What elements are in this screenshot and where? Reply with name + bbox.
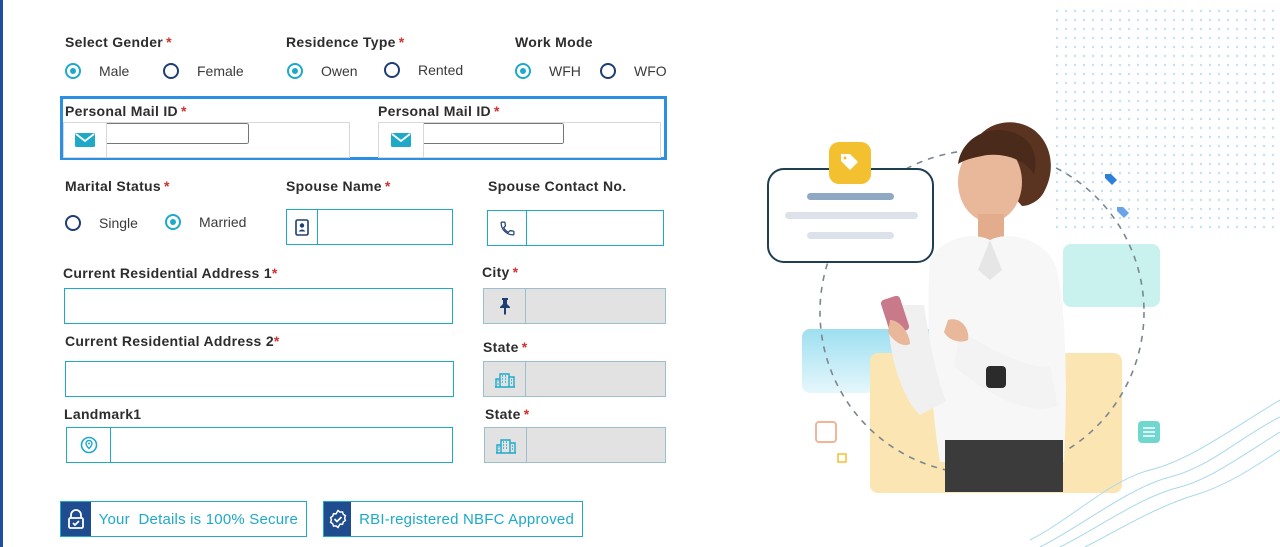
address1-label: Current Residential Address 1* [63, 265, 278, 281]
lock-check-icon [61, 502, 91, 536]
residence-owen-radio[interactable]: Owen [287, 63, 358, 79]
radio-empty-icon [384, 62, 400, 78]
state2-label: State * [485, 406, 530, 422]
building-icon [484, 362, 526, 396]
radio-empty-icon [163, 63, 179, 79]
radio-empty-icon [600, 63, 616, 79]
mail-field-2 [378, 122, 661, 158]
building-icon [485, 428, 527, 462]
address2-input[interactable] [74, 362, 447, 396]
address2-field [65, 361, 454, 397]
mail-field-1 [63, 122, 350, 158]
mail-label-2: Personal Mail ID * [378, 103, 500, 119]
radio-selected-icon [65, 63, 81, 79]
state1-label: State * [483, 339, 528, 355]
secure-badge-text: Your Details is 100% Secure [98, 510, 298, 528]
landmark-label: Landmark1 [64, 406, 142, 422]
phone-icon [488, 211, 527, 245]
spouse-name-label: Spouse Name * [286, 178, 391, 194]
radio-empty-icon [65, 215, 81, 231]
state1-field [483, 361, 666, 397]
city-input [529, 289, 659, 323]
workmode-label: Work Mode [515, 34, 593, 50]
rbi-badge-text: RBI-registered NBFC Approved [359, 510, 574, 528]
contact-book-icon [287, 210, 318, 244]
workmode-wfo-radio[interactable]: WFO [600, 63, 667, 79]
landmark-field [66, 427, 453, 463]
address2-label: Current Residential Address 2* [65, 333, 280, 349]
address1-input[interactable] [73, 289, 446, 323]
gender-female-radio[interactable]: Female [163, 63, 244, 79]
radio-selected-icon [165, 214, 181, 230]
city-field [483, 288, 666, 324]
gender-male-radio[interactable]: Male [65, 63, 129, 79]
mail-label-1: Personal Mail ID * [65, 103, 187, 119]
shield-check-icon [324, 502, 352, 536]
spouse-contact-label: Spouse Contact No. [488, 178, 627, 194]
spouse-name-field [286, 209, 453, 245]
marital-label: Marital Status * [65, 178, 170, 194]
state2-field [484, 427, 666, 463]
mail-icon [64, 123, 107, 157]
residence-rented-radio[interactable]: Rented [384, 62, 463, 78]
residence-label: Residence Type * [286, 34, 405, 50]
gender-label: Select Gender * [65, 34, 172, 50]
city-label: City * [482, 264, 519, 280]
mail-icon [379, 123, 424, 157]
marital-married-radio[interactable]: Married [165, 214, 246, 230]
location-icon [67, 428, 111, 462]
pin-icon [484, 289, 526, 323]
landmark-input[interactable] [114, 428, 446, 462]
tag-icon [829, 142, 871, 184]
rbi-badge: RBI-registered NBFC Approved [323, 501, 583, 537]
radio-selected-icon [287, 63, 303, 79]
radio-selected-icon [515, 63, 531, 79]
secure-badge: Your Details is 100% Secure [60, 501, 307, 537]
spouse-name-input[interactable] [321, 210, 446, 244]
left-edge-bar [0, 0, 3, 547]
hero-illustration [767, 5, 1280, 547]
address1-field [64, 288, 453, 324]
marital-single-radio[interactable]: Single [65, 215, 138, 231]
state2-input [530, 428, 659, 462]
workmode-wfh-radio[interactable]: WFH [515, 63, 581, 79]
state1-input [529, 362, 659, 396]
spouse-contact-field [487, 210, 664, 246]
spouse-contact-input[interactable] [530, 211, 657, 245]
